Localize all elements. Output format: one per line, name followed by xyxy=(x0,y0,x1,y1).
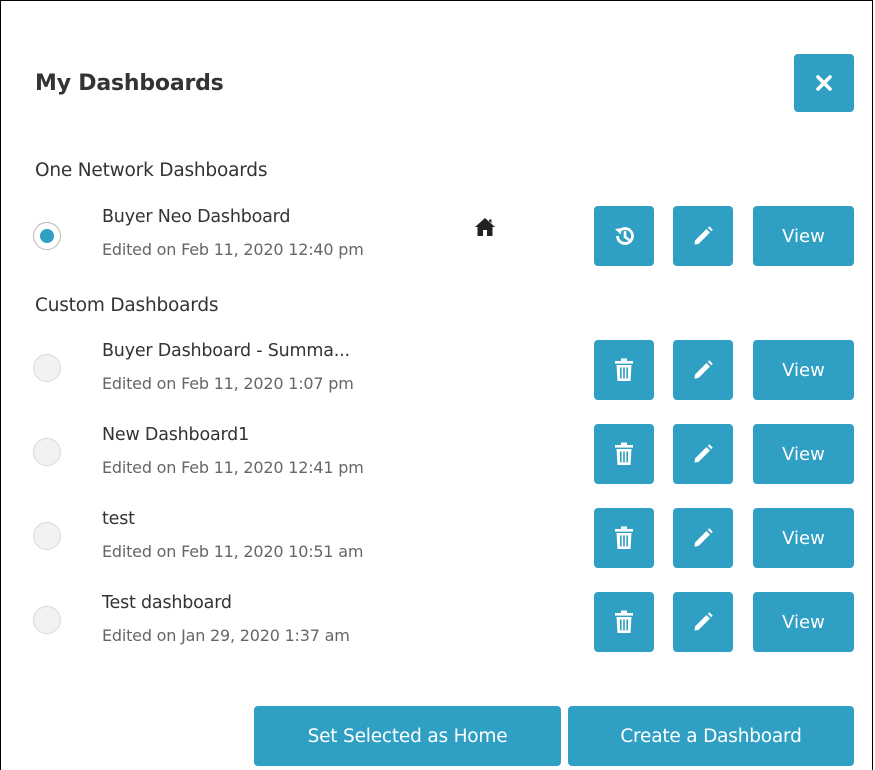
home-icon xyxy=(475,218,495,236)
edit-button[interactable] xyxy=(673,340,733,400)
trash-icon xyxy=(615,610,633,633)
dashboard-row-custom-0: Buyer Dashboard - Summa... Edited on Feb… xyxy=(1,335,874,405)
dashboard-radio[interactable] xyxy=(33,222,61,250)
view-button[interactable]: View xyxy=(753,508,854,568)
view-button[interactable]: View xyxy=(753,424,854,484)
my-dashboards-dialog: My Dashboards One Network Dashboards Buy… xyxy=(0,0,873,770)
set-selected-as-home-button[interactable]: Set Selected as Home xyxy=(254,706,561,766)
dashboard-edited-date: Edited on Feb 11, 2020 10:51 am xyxy=(102,542,364,561)
view-button[interactable]: View xyxy=(753,340,854,400)
create-dashboard-button[interactable]: Create a Dashboard xyxy=(568,706,854,766)
pencil-icon xyxy=(694,528,713,547)
trash-icon xyxy=(615,526,633,549)
edit-button[interactable] xyxy=(673,592,733,652)
close-icon xyxy=(816,75,832,91)
section-heading-custom: Custom Dashboards xyxy=(35,295,219,316)
dialog-title: My Dashboards xyxy=(35,71,224,96)
pencil-icon xyxy=(694,612,713,631)
delete-button[interactable] xyxy=(594,340,654,400)
dashboard-edited-date: Edited on Feb 11, 2020 1:07 pm xyxy=(102,374,354,393)
restore-history-icon xyxy=(615,227,634,245)
dashboard-radio[interactable] xyxy=(33,354,61,382)
delete-button[interactable] xyxy=(594,508,654,568)
edit-button[interactable] xyxy=(673,508,733,568)
dashboard-row-custom-3: Test dashboard Edited on Jan 29, 2020 1:… xyxy=(1,587,874,657)
dashboard-name: Test dashboard xyxy=(102,593,232,613)
section-heading-network: One Network Dashboards xyxy=(35,160,268,181)
trash-icon xyxy=(615,442,633,465)
dashboard-name: Buyer Dashboard - Summa... xyxy=(102,341,350,361)
delete-button[interactable] xyxy=(594,424,654,484)
dashboard-name: test xyxy=(102,509,135,529)
dashboard-edited-date: Edited on Feb 11, 2020 12:41 pm xyxy=(102,458,364,477)
pencil-icon xyxy=(694,444,713,463)
dashboard-edited-date: Edited on Feb 11, 2020 12:40 pm xyxy=(102,240,364,259)
dashboard-edited-date: Edited on Jan 29, 2020 1:37 am xyxy=(102,626,350,645)
dashboard-name: New Dashboard1 xyxy=(102,425,250,445)
dashboard-row-custom-1: New Dashboard1 Edited on Feb 11, 2020 12… xyxy=(1,419,874,489)
dashboard-radio[interactable] xyxy=(33,522,61,550)
dashboard-radio[interactable] xyxy=(33,438,61,466)
close-button[interactable] xyxy=(794,54,854,112)
dashboard-row-network-0: Buyer Neo Dashboard Edited on Feb 11, 20… xyxy=(1,201,874,271)
trash-icon xyxy=(615,358,633,381)
pencil-icon xyxy=(694,360,713,379)
dashboard-name: Buyer Neo Dashboard xyxy=(102,207,291,227)
dashboard-radio[interactable] xyxy=(33,606,61,634)
dashboard-row-custom-2: test Edited on Feb 11, 2020 10:51 am Vie… xyxy=(1,503,874,573)
edit-button[interactable] xyxy=(673,206,733,266)
view-button[interactable]: View xyxy=(753,206,854,266)
delete-button[interactable] xyxy=(594,592,654,652)
edit-button[interactable] xyxy=(673,424,733,484)
view-button[interactable]: View xyxy=(753,592,854,652)
restore-button[interactable] xyxy=(594,206,654,266)
pencil-icon xyxy=(694,226,713,245)
